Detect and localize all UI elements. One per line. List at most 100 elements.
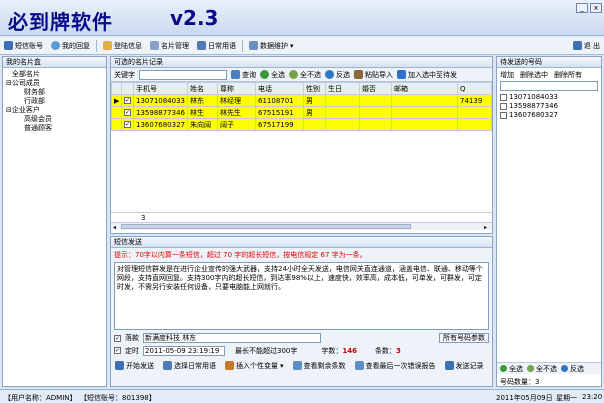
invert-icon [325,70,334,79]
pending-select-all-button[interactable]: 全选 [500,364,523,374]
all-numbers-button[interactable]: 所有号码参数 [439,333,489,343]
status-date: 2011年05月09日 [496,394,553,402]
start-send-label: 开始发送 [126,361,154,370]
cell-email [391,118,458,131]
list-item[interactable]: 13598877346 [500,102,598,111]
check-icon: ✓ [124,109,131,116]
keyword-input[interactable] [139,69,227,80]
cell-tel: 67515191 [255,106,304,119]
data-maintain-button[interactable]: 数据维护 ▾ [245,41,298,51]
tree-item-enterprise[interactable]: ⊟企业客户 [6,106,106,115]
horizontal-scrollbar[interactable]: ◂ ▸ [111,222,492,231]
column-title[interactable]: 尊称 [217,82,256,95]
row-checkbox[interactable]: ✓ [121,118,134,131]
item-checkbox[interactable] [500,103,507,110]
column-email[interactable]: 邮箱 [391,82,458,95]
sms-account-button[interactable]: 短信账号 [0,41,47,51]
query-button[interactable]: 查询 [231,70,256,80]
chevron-down-icon: ▾ [280,361,284,370]
delete-all-button[interactable]: 删除所有 [554,70,582,80]
select-none-button[interactable]: 全不选 [289,70,321,80]
number-input[interactable] [500,81,598,91]
pending-select-all-label: 全选 [509,364,523,373]
sign-label: 落款 [125,334,139,342]
tree-item-finance[interactable]: 财务部 [6,88,106,97]
close-window-button[interactable]: x [590,3,602,13]
card-manage-label: 名片管理 [161,41,189,50]
scrollbar-thumb[interactable] [121,224,411,229]
column-married[interactable]: 婚否 [359,82,392,95]
card-manage-button[interactable]: 名片管理 [146,41,193,51]
cell-gender: 男 [303,94,326,107]
daily-phrases-button[interactable]: 日常用语 [193,41,240,51]
tree-item-admin[interactable]: 行政部 [6,97,106,106]
paste-import-button[interactable]: 粘贴导入 [354,70,393,80]
exit-label: 退 出 [583,41,600,50]
list-item[interactable]: 13607680327 [500,111,598,120]
timed-label: 定时 [125,346,139,355]
arrow-right-icon [397,70,406,79]
my-reply-button[interactable]: 我的回复 [47,41,94,51]
cell-name: 林生 [187,106,218,119]
minimize-button[interactable]: _ [576,3,588,13]
sign-input[interactable]: 新满度科技 林东 [143,333,321,343]
table-row[interactable]: ✓ 13607680327 朱向阔 阔子 67517199 [111,118,492,131]
tree-item-all[interactable]: 全部名片 [6,70,106,79]
compose-panel: 短信发送 提示：70字以内算一条短信，超过 70 字的超长短信，按电信规定 67… [110,236,493,387]
pending-invert-button[interactable]: 反选 [561,364,584,374]
column-tel[interactable]: 电话 [255,82,304,95]
add-number-button[interactable]: 增加 [500,70,514,80]
records-footer: 3 [111,212,492,222]
scroll-left-icon[interactable]: ◂ [113,224,116,231]
scroll-right-icon[interactable]: ▸ [484,224,487,231]
toolbar: 短信账号 我的回复 登陆信息 名片管理 日常用语 数据维护 ▾ 退 出 [0,37,604,55]
tree-item-normal[interactable]: 普通顾客 [6,124,106,133]
insert-variable-button[interactable]: 插入个性变量 ▾ [225,361,284,371]
column-phone[interactable]: 手机号 [133,82,188,95]
uncheck-icon [527,365,534,372]
row-checkbox[interactable]: ✓ [121,94,134,107]
login-info-label: 登陆信息 [114,41,142,50]
message-textarea[interactable]: 对管理短信群发是在进行企业宣传的强大武器，支持24小时全天发送，电信网关直连通道… [114,262,489,330]
list-item[interactable]: 13071084033 [500,93,598,102]
timed-datetime-input[interactable]: 2011-05-09 23:19:19 [143,345,225,356]
start-send-button[interactable]: 开始发送 [115,361,154,371]
compose-header: 短信发送 [111,237,492,248]
row-checkbox[interactable]: ✓ [121,106,134,119]
view-error-report-button[interactable]: 查看最后一次错误报告 [354,361,436,371]
tree-item-company[interactable]: ⊟公司成员 [6,79,106,88]
select-phrase-label: 选择日常用语 [174,361,216,370]
pending-select-bar: 全选 全不选 反选 [497,362,601,374]
delete-selected-button[interactable]: 删除选中 [520,70,548,80]
cell-q [457,118,492,131]
pending-select-none-button[interactable]: 全不选 [527,364,557,374]
column-birthday[interactable]: 生日 [325,82,360,95]
sign-checkbox[interactable]: ✓ [114,334,121,342]
status-weekday: 星期一 [556,394,577,402]
select-all-button[interactable]: 全选 [260,70,285,80]
column-gender[interactable]: 性别 [303,82,326,95]
pending-number: 13607680327 [509,111,558,119]
cell-name: 林东 [187,94,218,107]
insert-variable-label: 插入个性变量 [236,361,278,370]
column-name[interactable]: 姓名 [187,82,218,95]
add-pending-button[interactable]: 加入选中至待发 [397,70,457,80]
view-remaining-button[interactable]: 查看剩余条数 [292,361,346,371]
select-phrase-button[interactable]: 选择日常用语 [163,361,216,371]
table-row[interactable]: ▶ ✓ 13071084033 林东 林经理 61108701 男 74139 [111,94,492,107]
table-row[interactable]: ✓ 13598877346 林生 林先生 67515191 男 [111,106,492,119]
msg-count-label: 条数： [375,346,396,355]
item-checkbox[interactable] [500,94,507,101]
exit-button[interactable]: 退 出 [569,41,604,51]
timed-checkbox[interactable]: ✓ [114,347,121,354]
send-record-button[interactable]: 发送记录 [444,361,484,371]
my-reply-label: 我的回复 [62,41,90,50]
login-info-button[interactable]: 登陆信息 [99,41,146,51]
records-header: 可选的名片记录 [111,57,492,68]
column-q[interactable]: Q [457,82,492,95]
app-title: 必到牌软件 [8,10,113,34]
paste-icon [354,70,363,79]
item-checkbox[interactable] [500,112,507,119]
tree-item-vip[interactable]: 高级会员 [6,115,106,124]
invert-button[interactable]: 反选 [325,70,350,80]
